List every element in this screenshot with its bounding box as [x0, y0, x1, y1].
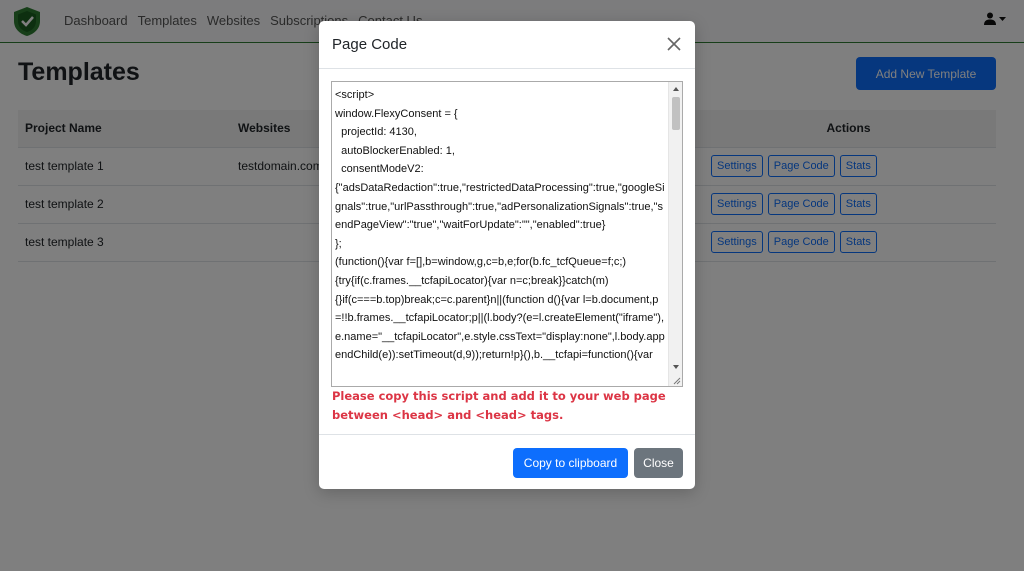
copy-instructions-warning: Please copy this script and add it to yo… [332, 389, 666, 422]
scroll-down-arrow-icon[interactable] [673, 365, 679, 369]
modal-title: Page Code [332, 36, 408, 53]
page-code-textarea[interactable]: <script> window.FlexyConsent = { project… [331, 81, 683, 387]
close-button[interactable]: Close [634, 448, 683, 478]
code-scrollbar[interactable] [668, 82, 682, 386]
scroll-thumb[interactable] [672, 97, 680, 130]
scroll-up-arrow-icon[interactable] [673, 87, 679, 91]
page-code-text[interactable]: <script> window.FlexyConsent = { project… [335, 86, 669, 365]
close-icon[interactable] [663, 33, 685, 55]
resize-grip-icon[interactable] [671, 375, 681, 385]
page-code-modal: Page Code <script> window.FlexyConsent =… [319, 21, 695, 489]
modal-header: Page Code [319, 21, 695, 69]
copy-to-clipboard-button[interactable]: Copy to clipboard [513, 448, 628, 478]
modal-footer: Copy to clipboard Close [319, 434, 695, 489]
